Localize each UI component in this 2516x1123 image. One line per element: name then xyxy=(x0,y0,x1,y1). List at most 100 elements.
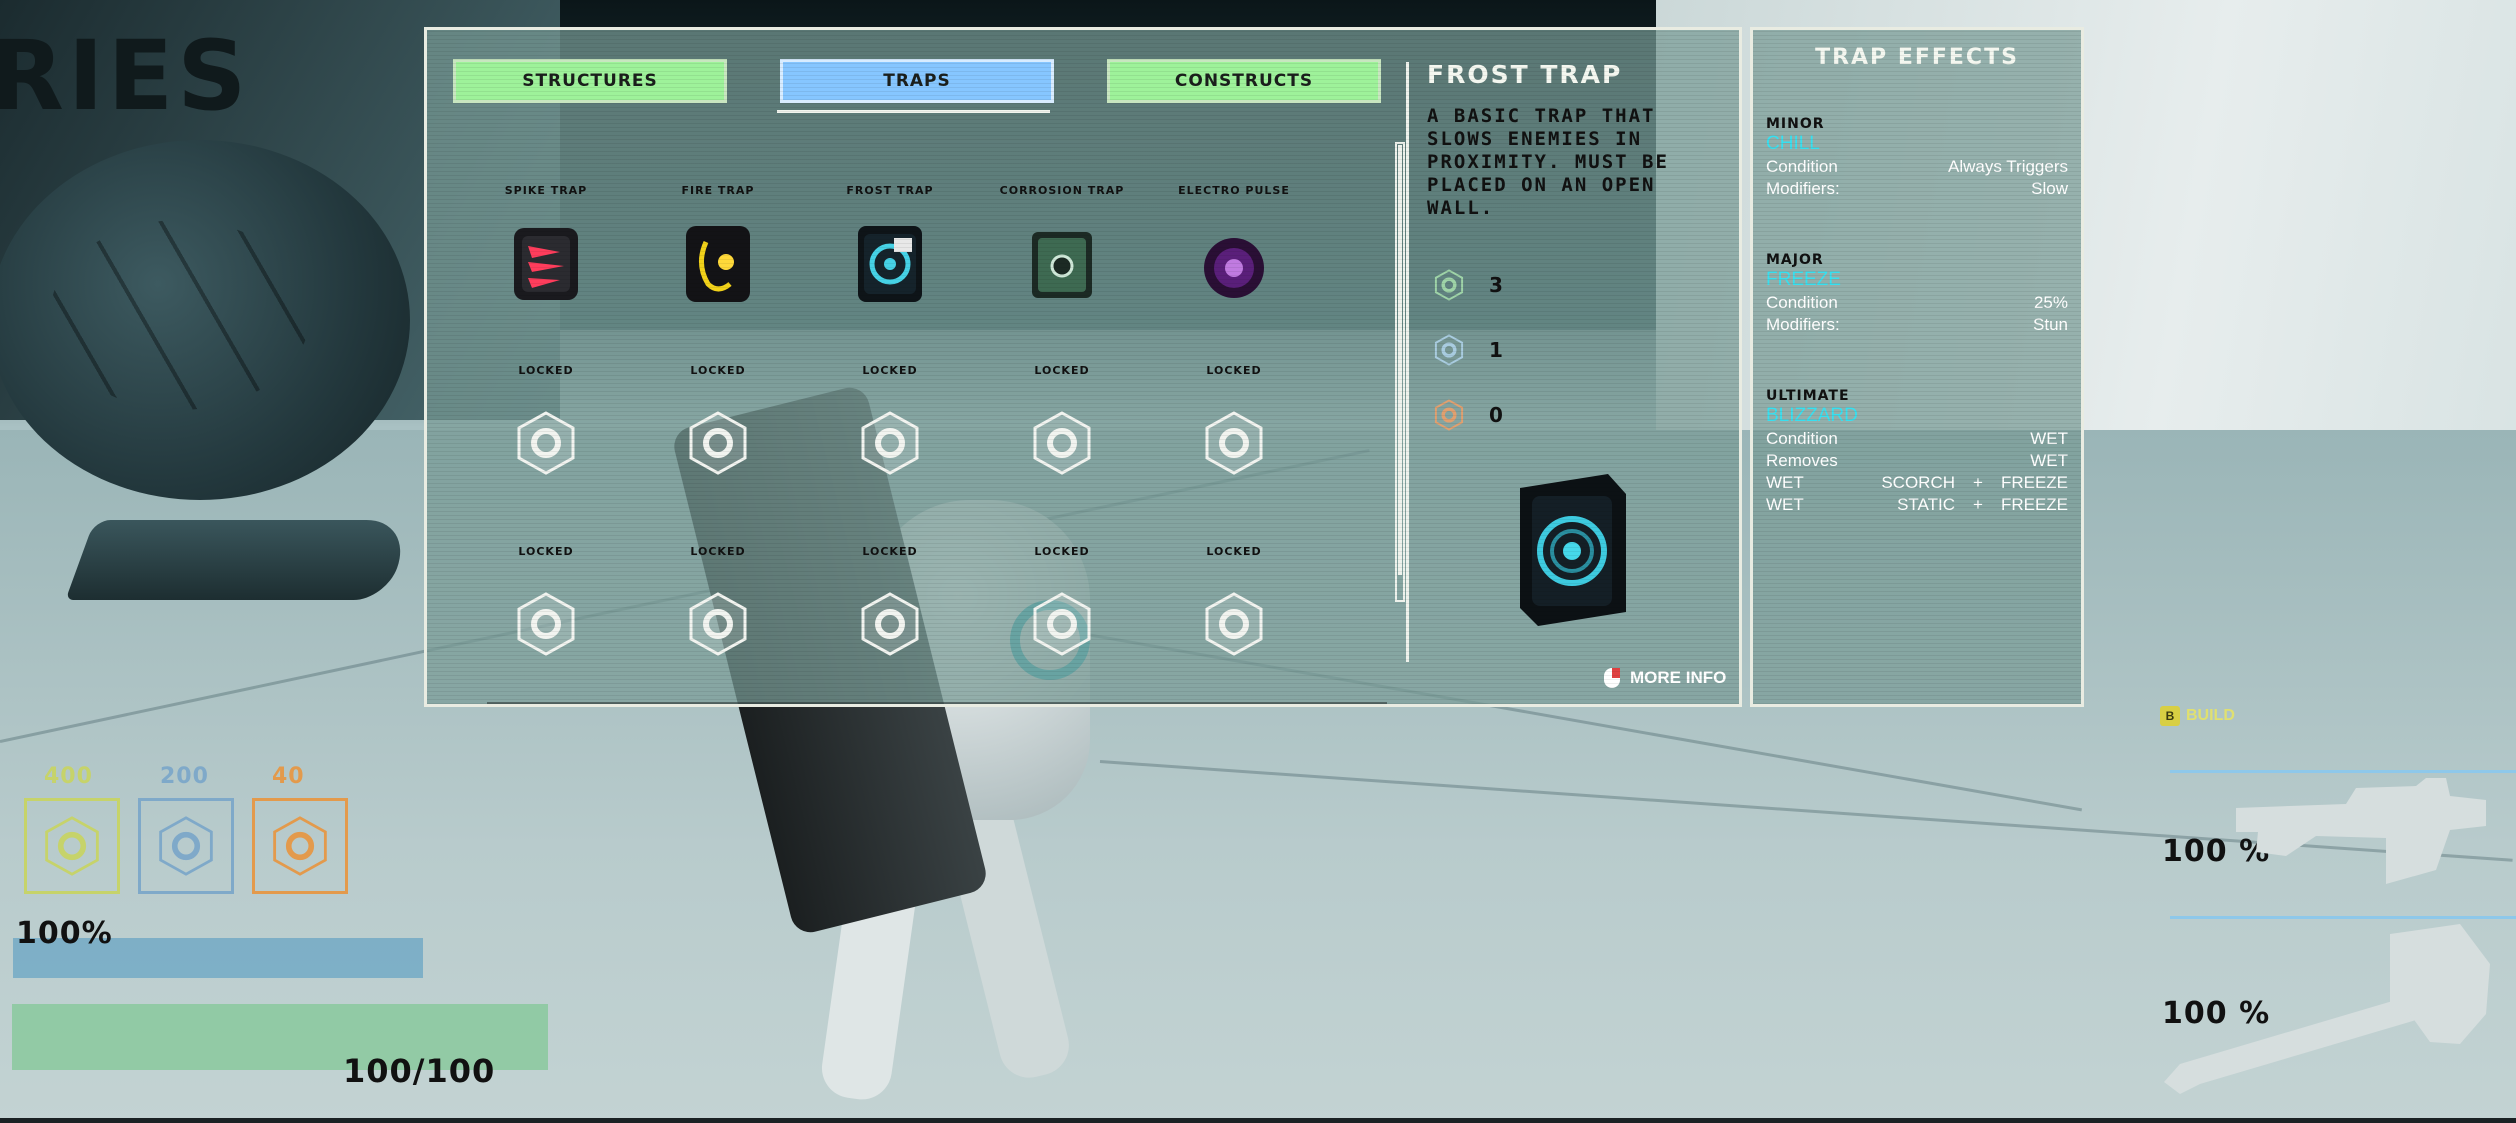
cost-value: 0 xyxy=(1489,403,1503,427)
trap-label: ELECTRO PULSE xyxy=(1178,184,1290,197)
combo-a: STATIC xyxy=(1897,495,1955,514)
combo-op: + xyxy=(1973,495,1983,514)
row-key: Condition xyxy=(1766,429,1838,448)
effect-tier: MINOR xyxy=(1766,116,1825,132)
effect-name: BLIZZARD xyxy=(1766,405,1858,426)
combo-a: SCORCH xyxy=(1881,473,1955,492)
selected-trap-title: FROST TRAP xyxy=(1427,60,1623,89)
locked-slot[interactable]: LOCKED xyxy=(976,364,1148,544)
trap-slot-frost[interactable]: FROST TRAP xyxy=(804,184,976,364)
frost-trap-preview-icon xyxy=(1520,474,1626,626)
cost-green: 3 xyxy=(1433,265,1633,305)
green-hex-nut-icon xyxy=(45,816,99,876)
locked-slot[interactable]: LOCKED xyxy=(1148,545,1320,704)
locked-label: LOCKED xyxy=(862,545,918,558)
row-value: Slow xyxy=(2031,179,2068,198)
row-value: Stun xyxy=(2033,315,2068,334)
trap-slot-spike[interactable]: SPIKE TRAP xyxy=(460,184,632,364)
effect-name: CHILL xyxy=(1766,133,1820,154)
tab-structures[interactable]: STRUCTURES xyxy=(453,59,727,103)
tab-constructs[interactable]: CONSTRUCTS xyxy=(1107,59,1381,103)
locked-label: LOCKED xyxy=(1206,364,1262,377)
effect-name: FREEZE xyxy=(1766,269,1841,290)
locked-label: LOCKED xyxy=(1034,364,1090,377)
effect-row: Condition WET xyxy=(1766,428,2068,450)
row-value: WET xyxy=(2030,451,2068,470)
more-info-button[interactable]: MORE INFO xyxy=(1602,666,1726,690)
geodesic-sphere xyxy=(0,140,410,500)
scrollbar-thumb[interactable] xyxy=(1398,145,1402,575)
cost-value: 3 xyxy=(1489,273,1503,297)
blue-hex-nut-icon xyxy=(1434,334,1464,366)
row-key: Condition xyxy=(1766,293,1838,312)
grid-scrollbar[interactable] xyxy=(1395,142,1405,602)
trap-slot-corrosion[interactable]: CORROSION TRAP xyxy=(976,184,1148,364)
effect-ultimate: ULTIMATE BLIZZARD Condition WET Removes WE… xyxy=(1766,388,2068,516)
horizontal-scrollbar[interactable] xyxy=(487,702,1387,704)
orange-hex-nut-icon xyxy=(273,816,327,876)
cost-orange: 0 xyxy=(1433,395,1633,435)
locked-slot[interactable]: LOCKED xyxy=(632,364,804,544)
row-key: WET xyxy=(1766,495,1804,514)
effect-row: Modifiers: Slow xyxy=(1766,178,2068,200)
trap-label: FIRE TRAP xyxy=(681,184,755,197)
locked-label: LOCKED xyxy=(1034,545,1090,558)
active-tab-underline xyxy=(777,110,1050,113)
row-key: Removes xyxy=(1766,451,1838,470)
effect-row: Condition 25% xyxy=(1766,292,2068,314)
wall-sign-text: RIES xyxy=(0,20,251,132)
combo-row: WET SCORCH + FREEZE xyxy=(1766,472,2068,494)
mouse-click-icon xyxy=(1604,668,1620,688)
row-key: Condition xyxy=(1766,157,1838,176)
trap-label: CORROSION TRAP xyxy=(999,184,1125,197)
locked-slot[interactable]: LOCKED xyxy=(460,364,632,544)
combo-row: WET STATIC + FREEZE xyxy=(1766,494,2068,516)
locked-label: LOCKED xyxy=(518,545,574,558)
trap-grid: SPIKE TRAP FIRE TRAP FROST TRAP CORROSIO… xyxy=(427,150,1377,704)
hover-pad xyxy=(65,520,415,600)
trap-label: SPIKE TRAP xyxy=(504,184,588,197)
fire-trap-icon xyxy=(686,226,750,302)
orange-hex-nut-icon xyxy=(1434,399,1464,431)
resource-orange-slot xyxy=(252,798,348,894)
locked-hex-nut-icon xyxy=(1205,592,1263,656)
electro-pulse-icon xyxy=(1204,238,1264,298)
locked-slot[interactable]: LOCKED xyxy=(632,545,804,704)
green-hex-nut-icon xyxy=(1434,269,1464,301)
tab-traps[interactable]: TRAPS xyxy=(780,59,1054,103)
resource-green-count: 400 xyxy=(44,764,93,789)
effect-major: MAJOR FREEZE Condition 25% Modifiers: Stun xyxy=(1766,252,2068,336)
row-key: Modifiers: xyxy=(1766,179,1840,198)
locked-slot[interactable]: LOCKED xyxy=(976,545,1148,704)
effect-row: Removes WET xyxy=(1766,450,2068,472)
build-key-icon: B xyxy=(2160,706,2180,726)
trap-effects-title: TRAP EFFECTS xyxy=(1815,45,2019,70)
trap-effects-panel: TRAP EFFECTS MINOR CHILL Condition Always… xyxy=(1750,27,2084,707)
health-value: 100/100 xyxy=(343,1052,496,1090)
locked-hex-nut-icon xyxy=(517,411,575,475)
locked-slot[interactable]: LOCKED xyxy=(804,364,976,544)
locked-slot[interactable]: LOCKED xyxy=(804,545,976,704)
locked-hex-nut-icon xyxy=(1205,411,1263,475)
locked-slot[interactable]: LOCKED xyxy=(1148,364,1320,544)
row-key: WET xyxy=(1766,473,1804,492)
locked-hex-nut-icon xyxy=(689,592,747,656)
trap-slot-fire[interactable]: FIRE TRAP xyxy=(632,184,804,364)
hammer-weapon-icon xyxy=(2164,924,2490,1094)
weapon2-divider xyxy=(2170,916,2516,919)
combo-op: + xyxy=(1973,473,1983,492)
locked-label: LOCKED xyxy=(518,364,574,377)
more-info-label: MORE INFO xyxy=(1630,668,1727,687)
combo-b: FREEZE xyxy=(2000,473,2068,492)
effect-tier: MAJOR xyxy=(1766,252,1824,268)
panel-divider xyxy=(1406,62,1409,662)
trap-slot-electro[interactable]: ELECTRO PULSE xyxy=(1148,184,1320,364)
locked-slot[interactable]: LOCKED xyxy=(460,545,632,704)
locked-label: LOCKED xyxy=(690,364,746,377)
locked-hex-nut-icon xyxy=(861,411,919,475)
row-value: Always Triggers xyxy=(1948,157,2068,176)
locked-hex-nut-icon xyxy=(517,592,575,656)
locked-label: LOCKED xyxy=(690,545,746,558)
cost-blue: 1 xyxy=(1433,330,1633,370)
row-value: WET xyxy=(2030,429,2068,448)
